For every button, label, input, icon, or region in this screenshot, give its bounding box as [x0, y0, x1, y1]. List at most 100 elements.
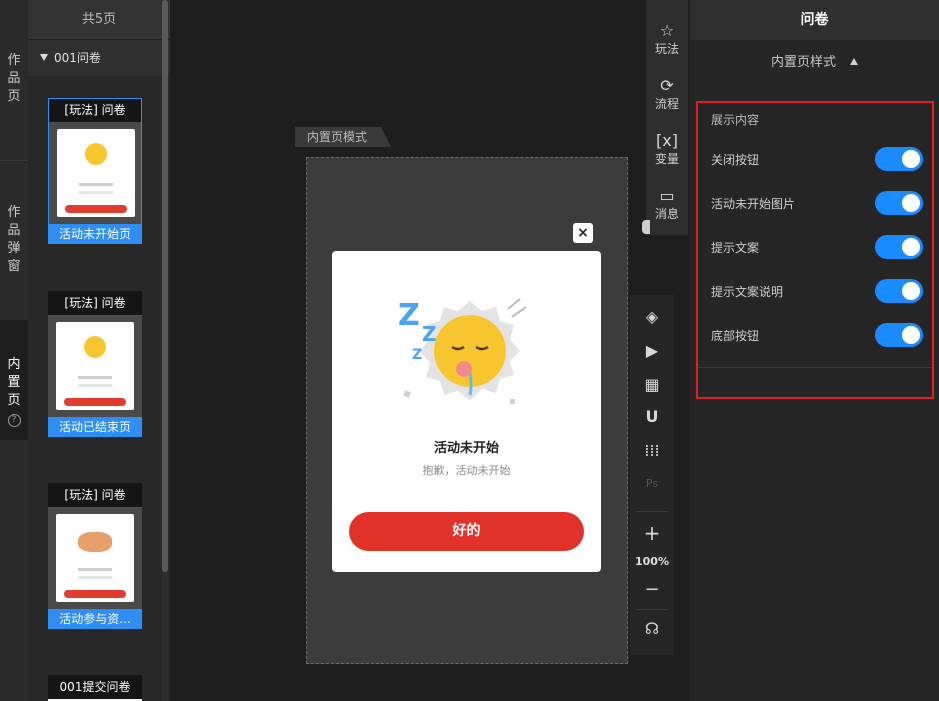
page-group-header[interactable]: 001问卷 [28, 40, 170, 76]
svg-text:Z: Z [412, 347, 422, 363]
builtin-style-label: 内置页样式 [770, 55, 836, 70]
headset-icon[interactable]: ☊ [630, 619, 674, 638]
display-content-section: 展示内容 关闭按钮 活动未开始图片 提示文案 提示文案说明 底部按钮 [696, 101, 934, 399]
tool-flow[interactable]: ⟳ 流程 [646, 77, 688, 112]
mini-button [64, 590, 126, 598]
page-count-header: 共5页 [28, 0, 170, 40]
not-started-image-toggle[interactable] [875, 191, 923, 215]
nav-item-label: 内置页 [7, 357, 21, 408]
page-thumbnail[interactable]: [玩法] 问卷 活动未开始页 [48, 98, 142, 244]
bottom-button-toggle[interactable] [875, 323, 923, 347]
editor-canvas: 内置页模式 × Z Z Z 活动未开始 抱歉，活动未开始 好的 [170, 0, 628, 701]
flow-icon: ⟳ [660, 76, 674, 95]
builtin-style-header[interactable]: 内置页样式 [690, 40, 939, 86]
ok-button[interactable]: 好的 [349, 512, 584, 551]
toggle-label: 关闭按钮 [711, 153, 760, 167]
gameplay-icon: ☆ [659, 21, 675, 40]
toolbar-divider [636, 609, 668, 610]
thumbnail-preview [48, 122, 142, 224]
tool-strip: ☆ 玩法 ⟳ 流程 [x] 变量 ▭ 消息 ◈ ▶ ▦ U ⁞⁞⁞ Ps + 1… [628, 0, 690, 701]
mini-modal-card [56, 322, 134, 410]
film-icon[interactable]: ▦ [630, 375, 674, 394]
toggle-knob [902, 282, 920, 300]
modal-title: 活动未开始 [433, 441, 499, 456]
tool-gameplay[interactable]: ☆ 玩法 [646, 22, 688, 57]
mini-modal-card [56, 514, 134, 602]
toggle-label: 提示文案 [711, 241, 760, 255]
tip-description-toggle[interactable] [875, 279, 923, 303]
canvas-toolbar: ◈ ▶ ▦ U ⁞⁞⁞ Ps + 100% − ☊ [630, 295, 674, 655]
tool-label: 玩法 [654, 42, 679, 56]
toggle-row-not-started-image: 活动未开始图片 [711, 191, 923, 217]
ps-icon[interactable]: Ps [630, 477, 674, 490]
section-title: 展示内容 [711, 113, 760, 127]
caret-up-icon [850, 58, 858, 65]
caret-down-icon [40, 54, 48, 61]
not-started-modal: Z Z Z 活动未开始 抱歉，活动未开始 好的 [332, 251, 601, 572]
zoom-level: 100% [635, 555, 669, 568]
toggle-knob [902, 150, 920, 168]
tool-label: 变量 [654, 152, 679, 166]
thumbnail-preview [48, 315, 142, 417]
toggle-row-tip-text: 提示文案 [711, 235, 923, 261]
editor-root: 作品页 作品弹窗 内置页 ? 共5页 001问卷 [玩法] 问卷 活动未开始页 … [0, 0, 939, 701]
sleeping-face-icon [85, 143, 107, 165]
panel-title: 问卷 [690, 0, 939, 40]
toggle-label: 提示文案说明 [711, 285, 784, 299]
mini-button [64, 398, 126, 406]
page-thumbnail[interactable]: 001提交问卷 [48, 675, 142, 701]
help-icon[interactable]: ? [7, 414, 21, 427]
feature-toolbar: ☆ 玩法 ⟳ 流程 [x] 变量 ▭ 消息 [646, 0, 688, 235]
magnet-icon[interactable]: U [630, 407, 674, 426]
nav-item-works-page[interactable]: 作品页 [0, 52, 28, 106]
nav-item-works-popup[interactable]: 作品弹窗 [0, 204, 28, 276]
left-vertical-nav: 作品页 作品弹窗 内置页 ? [0, 0, 28, 701]
thumbnail-title: [玩法] 问卷 [48, 483, 142, 507]
toggle-label: 活动未开始图片 [711, 197, 796, 211]
section-divider [698, 367, 932, 368]
mini-text-line [78, 568, 112, 571]
variable-icon: [x] [656, 131, 678, 150]
thumbnail-preview [48, 507, 142, 609]
character-icon [78, 532, 112, 552]
panel-collapse-handle[interactable] [642, 220, 650, 234]
thumbnail-label: 活动未开始页 [48, 224, 142, 244]
mini-button [65, 205, 127, 213]
thumbnail-title: [玩法] 问卷 [48, 291, 142, 315]
thumbnail-label: 活动已结束页 [48, 417, 142, 437]
grid-icon[interactable]: ⁞⁞⁞ [630, 441, 674, 460]
toggle-knob [902, 238, 920, 256]
page-group-label: 001问卷 [54, 51, 101, 65]
mini-text-line [78, 576, 112, 579]
tool-label: 消息 [654, 207, 679, 221]
nav-item-builtin-page[interactable]: 内置页 ? [0, 320, 28, 440]
thumbnail-title: [玩法] 问卷 [48, 98, 142, 122]
svg-text:Z: Z [398, 298, 420, 333]
zoom-in-icon[interactable]: + [630, 521, 674, 545]
mini-text-line [78, 384, 112, 387]
zoom-out-icon[interactable]: − [630, 579, 674, 600]
nav-divider [0, 160, 28, 161]
close-button[interactable]: × [573, 223, 593, 243]
close-button-toggle[interactable] [875, 147, 923, 171]
svg-text:Z: Z [422, 322, 437, 346]
page-thumbnail[interactable]: [玩法] 问卷 活动参与资... [48, 483, 142, 629]
toggle-label: 底部按钮 [711, 329, 760, 343]
message-icon: ▭ [659, 186, 675, 205]
toggle-row-tip-description: 提示文案说明 [711, 279, 923, 305]
toggle-knob [902, 326, 920, 344]
thumbnail-title: 001提交问卷 [48, 675, 142, 699]
page-thumbnail[interactable]: [玩法] 问卷 活动已结束页 [48, 291, 142, 437]
tool-variable[interactable]: [x] 变量 [646, 132, 688, 167]
scrollbar-thumb[interactable] [162, 0, 168, 572]
mini-text-line [79, 191, 113, 194]
mini-text-line [78, 376, 112, 379]
nav-item-label: 作品弹窗 [7, 205, 21, 274]
play-icon[interactable]: ▶ [630, 341, 674, 360]
thumbnail-label: 活动参与资... [48, 609, 142, 629]
tip-text-toggle[interactable] [875, 235, 923, 259]
mini-modal-card [57, 129, 135, 217]
builtin-mode-tab: 内置页模式 [295, 127, 392, 147]
layers-icon[interactable]: ◈ [630, 307, 674, 326]
tool-message[interactable]: ▭ 消息 [646, 187, 688, 222]
